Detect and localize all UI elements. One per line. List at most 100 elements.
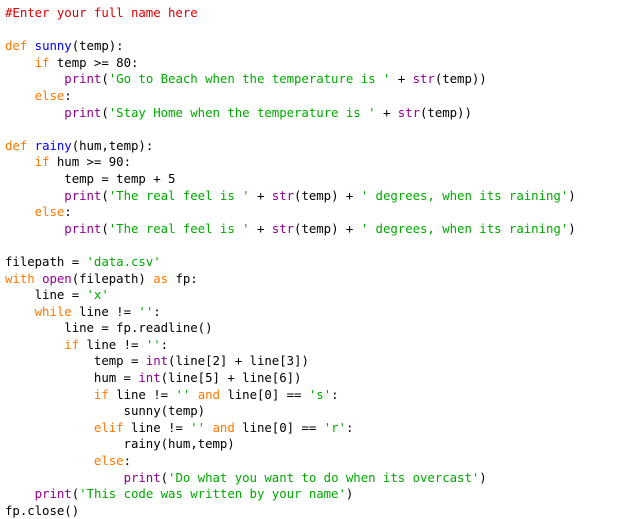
code-token-builtin: int — [138, 370, 161, 386]
code-token-plain: ) — [568, 187, 576, 203]
code-line: line = 'x' — [5, 287, 644, 304]
code-editor[interactable]: #Enter your full name here def sunny(tem… — [0, 0, 644, 518]
code-line: sunny(temp) — [5, 403, 644, 420]
code-token-number: 80 — [116, 54, 131, 70]
code-line: filepath = 'data.csv' — [5, 254, 644, 271]
code-token-plain: sunny(temp) — [5, 403, 206, 419]
code-token-plain: : — [153, 303, 161, 319]
code-token-plain: temp >= — [49, 54, 117, 70]
code-token-plain: (temp): — [71, 38, 124, 54]
code-line: if line != '' and line[0] == 's': — [5, 387, 644, 404]
code-token-plain: : — [331, 386, 339, 402]
code-line: print('The real feel is ' + str(temp) + … — [5, 221, 644, 238]
code-token-plain: (temp) + — [294, 220, 361, 236]
code-token-plain: temp = — [5, 353, 146, 369]
code-token-plain: line != — [71, 303, 139, 319]
code-token-plain: line[ — [234, 419, 280, 435]
code-line: #Enter your full name here — [5, 5, 644, 22]
code-token-builtin: print — [64, 220, 102, 236]
code-token-keyword: with — [5, 270, 35, 286]
code-token-plain: line = fp.readline() — [5, 320, 213, 336]
code-token-plain: ( — [160, 469, 169, 485]
code-line: line = fp.readline() — [5, 320, 644, 337]
code-token-plain: : — [131, 54, 139, 70]
code-token-plain: ] == — [286, 419, 324, 435]
code-token-plain: (line[ — [160, 370, 206, 386]
code-token-keyword: and — [212, 419, 235, 435]
code-token-plain: hum = — [5, 370, 139, 386]
code-line: print('Do what you want to do when its o… — [5, 470, 644, 487]
code-line: while line != '': — [5, 304, 644, 321]
code-token-keyword: def — [5, 137, 28, 153]
code-line: print('Stay Home when the temperature is… — [5, 105, 644, 122]
code-token-builtin: print — [34, 486, 72, 502]
code-token-plain: + — [390, 71, 413, 87]
code-token-string: '' — [138, 303, 154, 319]
code-token-string: 'This code was written by your name' — [79, 486, 346, 502]
code-token-keyword: if — [93, 386, 109, 402]
code-token-number: 5 — [168, 170, 176, 186]
code-line: fp.close() — [5, 503, 644, 519]
code-token-keyword: if — [34, 154, 50, 170]
code-token-plain: : — [64, 87, 72, 103]
code-line: def rainy(hum,temp): — [5, 138, 644, 155]
code-line: hum = int(line[5] + line[6]) — [5, 370, 644, 387]
code-token-funcname: sunny — [34, 38, 72, 54]
code-token-plain: (filepath) — [71, 270, 154, 286]
code-token-builtin: open — [42, 270, 72, 286]
code-token-number: 0 — [279, 419, 287, 435]
code-token-string: 'r' — [323, 419, 346, 435]
code-token-string: 'Go to Beach when the temperature is ' — [108, 71, 391, 87]
code-token-plain: line = — [5, 287, 87, 303]
code-line: elif line != '' and line[0] == 'r': — [5, 420, 644, 437]
code-line: else: — [5, 453, 644, 470]
code-line: if hum >= 90: — [5, 154, 644, 171]
code-token-builtin: str — [412, 71, 435, 87]
code-token-string: ' degrees, when its raining' — [360, 187, 569, 203]
code-token-builtin: str — [271, 187, 295, 203]
code-token-plain: filepath = — [5, 253, 87, 269]
code-token-number: 0 — [264, 386, 272, 402]
code-token-plain: hum >= — [49, 154, 109, 170]
code-token-builtin: print — [64, 71, 102, 87]
code-token-plain: ]) — [286, 370, 302, 386]
code-line: print('This code was written by your nam… — [5, 486, 644, 503]
code-token-number: 3 — [286, 353, 295, 369]
code-token-comment: #Enter your full name here — [5, 5, 198, 20]
code-token-plain: line != — [123, 419, 191, 435]
code-token-plain: ( — [101, 187, 109, 203]
code-token-builtin: str — [397, 104, 420, 120]
code-line: with open(filepath) as fp: — [5, 271, 644, 288]
code-token-plain: : — [160, 336, 169, 352]
code-token-string: '' — [145, 336, 161, 352]
code-token-plain: ) — [568, 220, 576, 236]
code-token-builtin: int — [145, 353, 169, 369]
code-line: print('Go to Beach when the temperature … — [5, 71, 644, 88]
code-token-plain: rainy(hum,temp) — [5, 436, 235, 452]
code-line: else: — [5, 88, 644, 105]
code-token-plain: ( — [101, 104, 109, 120]
code-token-keyword: if — [34, 54, 50, 70]
code-token-builtin: print — [64, 187, 102, 203]
code-token-plain: + — [375, 104, 398, 120]
code-token-keyword: and — [197, 386, 220, 402]
code-line: rainy(hum,temp) — [5, 436, 644, 453]
code-token-number: 6 — [279, 370, 287, 386]
code-token-plain: fp.close() — [5, 502, 80, 518]
